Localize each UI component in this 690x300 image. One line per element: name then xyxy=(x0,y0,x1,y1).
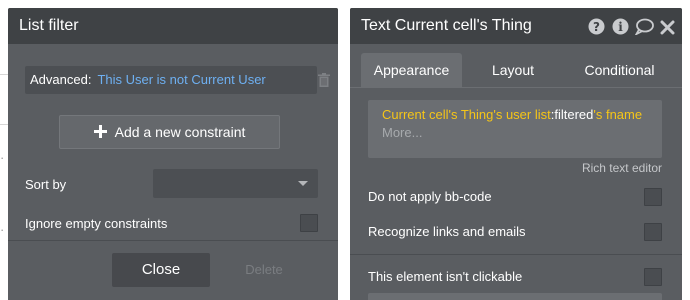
trash-icon[interactable] xyxy=(318,73,330,87)
bb-code-option-label: Do not apply bb-code xyxy=(368,189,492,204)
next-field[interactable] xyxy=(368,293,662,300)
rich-text-editor-link[interactable]: Rich text editor xyxy=(582,161,662,175)
comment-icon[interactable] xyxy=(635,18,654,35)
help-icon[interactable]: ? xyxy=(588,18,605,35)
text-expression-editor[interactable]: Current cell's Thing's user list:filtere… xyxy=(368,100,662,158)
close-button[interactable]: Close xyxy=(112,253,210,287)
more-link[interactable]: More... xyxy=(382,125,662,140)
info-icon[interactable]: i xyxy=(612,18,629,35)
element-properties-panel: Text Current cell's Thing ? i Appearance… xyxy=(350,8,682,300)
ignore-empty-checkbox[interactable] xyxy=(300,214,318,232)
svg-text:i: i xyxy=(618,20,623,34)
ignore-empty-label: Ignore empty constraints xyxy=(25,216,168,231)
expression-source[interactable]: Current cell's Thing's user list xyxy=(382,107,551,122)
clickable-option-label: This element isn't clickable xyxy=(368,269,523,284)
links-option-label: Recognize links and emails xyxy=(368,224,526,239)
delete-button[interactable]: Delete xyxy=(226,253,302,287)
background-fragment: · xyxy=(0,150,5,165)
clickable-checkbox[interactable] xyxy=(644,268,662,286)
bb-code-checkbox[interactable] xyxy=(644,188,662,206)
properties-title: Text Current cell's Thing xyxy=(361,17,532,34)
add-constraint-label: Add a new constraint xyxy=(114,124,246,140)
advanced-label: Advanced: xyxy=(30,72,92,87)
tab-divider xyxy=(350,87,682,88)
svg-text:?: ? xyxy=(593,20,600,34)
dynamic-expression[interactable]: Current cell's Thing's user list:filtere… xyxy=(382,107,662,122)
list-filter-title: List filter xyxy=(8,8,338,44)
expression-field[interactable]: 's fname xyxy=(593,107,642,122)
background-fragment: · xyxy=(0,222,5,237)
advanced-constraint-row[interactable]: Advanced: This User is not Current User xyxy=(25,66,317,94)
tab-conditional[interactable]: Conditional xyxy=(562,53,677,87)
properties-header: Text Current cell's Thing ? i xyxy=(350,8,682,44)
expression-operator[interactable]: :filtered xyxy=(551,107,594,122)
background-divider xyxy=(0,124,8,125)
list-filter-panel: List filter Advanced: This User is not Cu… xyxy=(8,8,338,300)
background-divider xyxy=(0,74,8,75)
advanced-expression-link[interactable]: This User is not Current User xyxy=(97,72,265,87)
tab-appearance[interactable]: Appearance xyxy=(361,53,462,87)
links-checkbox[interactable] xyxy=(644,223,662,241)
add-constraint-button[interactable]: Add a new constraint xyxy=(59,115,280,149)
chevron-down-icon xyxy=(298,181,308,186)
footer-divider xyxy=(8,240,338,241)
section-divider xyxy=(350,254,682,255)
plus-icon xyxy=(93,125,107,138)
sort-by-select[interactable] xyxy=(153,169,318,198)
close-icon[interactable] xyxy=(660,19,675,36)
sort-by-label: Sort by xyxy=(25,177,67,192)
tab-layout[interactable]: Layout xyxy=(470,53,556,87)
